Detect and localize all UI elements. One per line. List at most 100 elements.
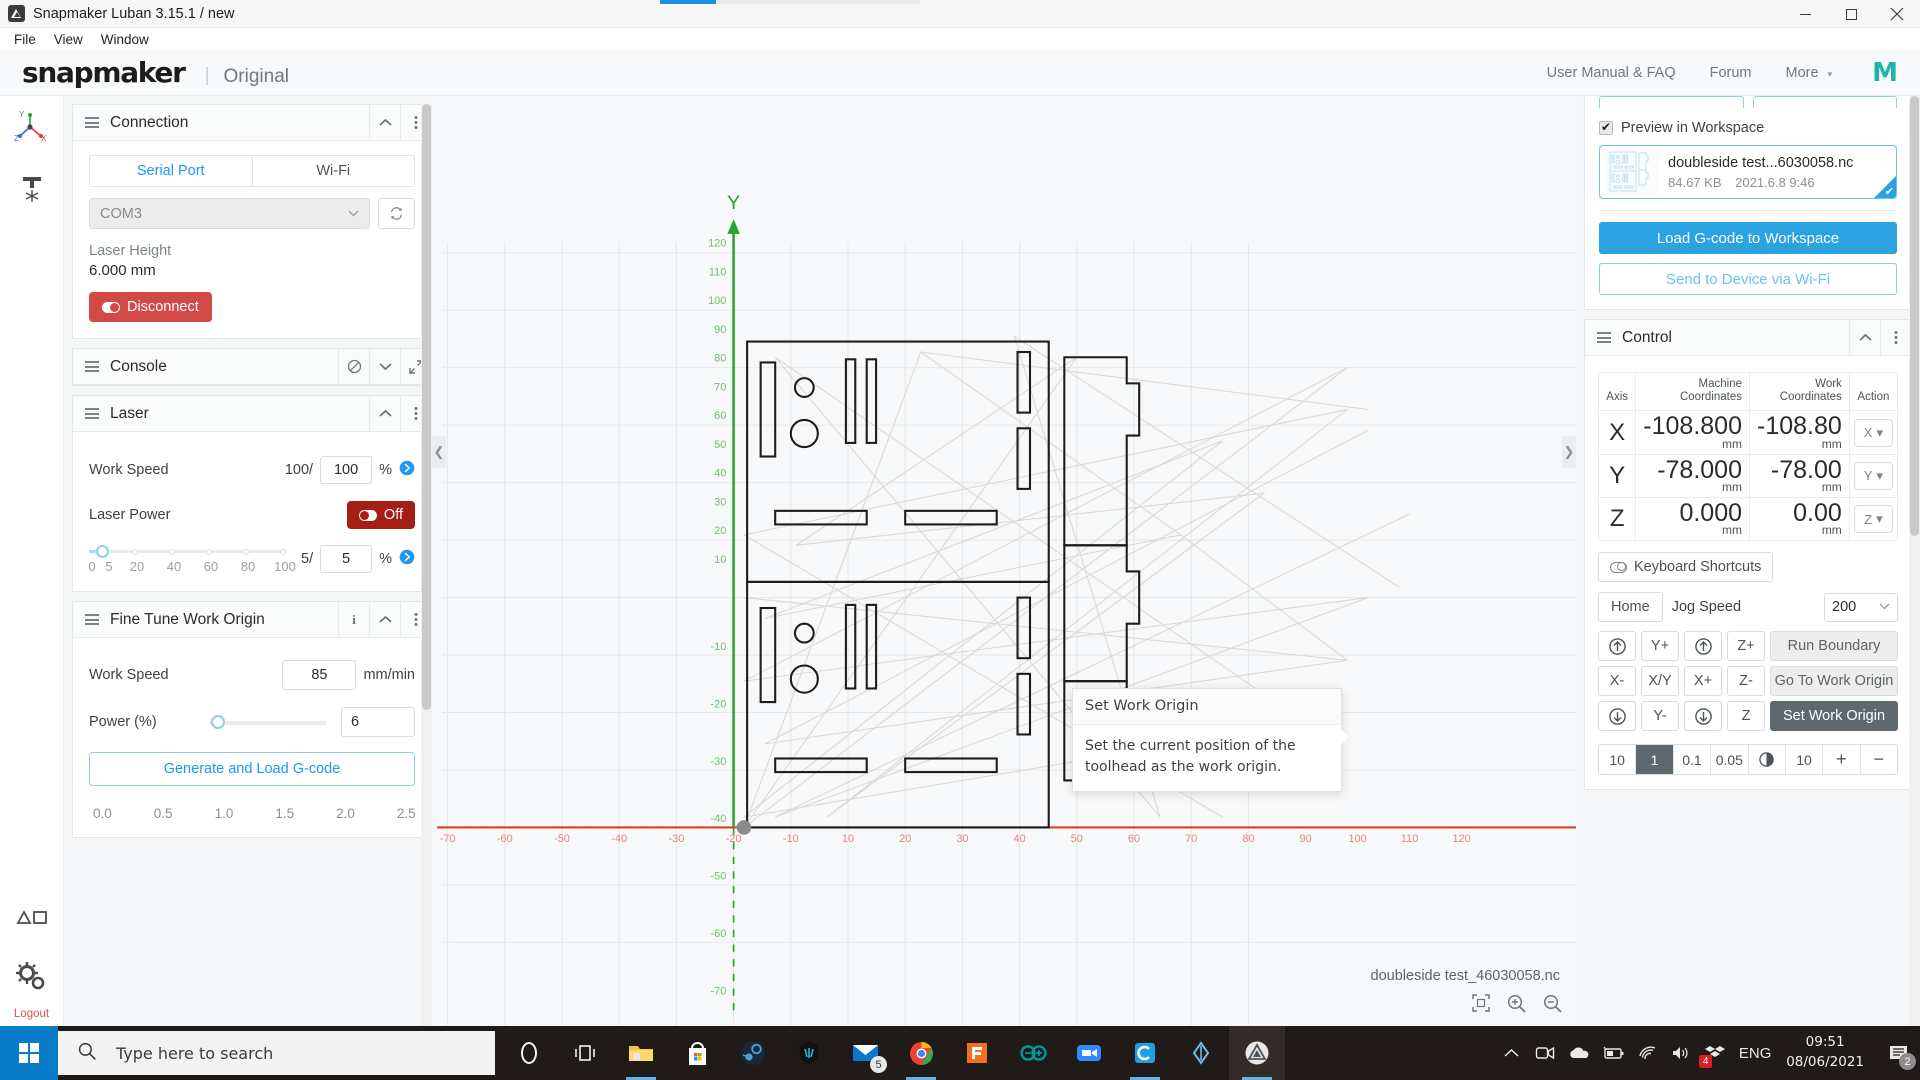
step-0-1[interactable]: 0.1: [1673, 745, 1712, 775]
step-1[interactable]: 1: [1636, 745, 1674, 775]
webcam-icon[interactable]: [1528, 1026, 1562, 1080]
pager-right-button[interactable]: ❯: [1562, 436, 1576, 468]
mail-icon[interactable]: 5: [837, 1026, 893, 1080]
load-gcode-to-workspace-button[interactable]: Load G-code to Workspace: [1599, 222, 1897, 254]
gcode-preview-canvas[interactable]: Y X 120110100 908070 605040 302010 -10-2…: [432, 96, 1576, 1026]
pager-left-button[interactable]: ❮: [432, 436, 446, 468]
home-button[interactable]: Home: [1598, 592, 1663, 623]
energy-icon[interactable]: [1173, 1026, 1229, 1080]
step-0-05[interactable]: 0.05: [1711, 745, 1749, 775]
axis-y-dropdown[interactable]: Y ▾: [1853, 461, 1893, 490]
rail-item-settings[interactable]: [0, 946, 63, 1008]
preview-in-workspace-row[interactable]: Preview in Workspace: [1599, 120, 1897, 136]
c-app-icon[interactable]: [1117, 1026, 1173, 1080]
onedrive-icon[interactable]: [1562, 1026, 1596, 1080]
jog-z-down-icon-button[interactable]: [1684, 701, 1722, 732]
axis-x-dropdown[interactable]: X ▾: [1853, 418, 1893, 447]
jog-y-down-icon-button[interactable]: [1598, 701, 1636, 732]
rail-item-shapes[interactable]: [0, 884, 63, 946]
jog-xy-home-button[interactable]: X/Y: [1641, 666, 1679, 697]
output-tab-a[interactable]: [1599, 96, 1744, 108]
step-10[interactable]: 10: [1599, 745, 1637, 775]
jog-z-plus-button[interactable]: Z+: [1727, 631, 1765, 662]
language-indicator[interactable]: ENG: [1732, 1026, 1778, 1080]
ft-power-slider[interactable]: [209, 714, 327, 730]
info-icon[interactable]: i: [338, 602, 369, 637]
fit-to-screen-icon[interactable]: [1472, 994, 1490, 1018]
left-panel-scrollbar[interactable]: [421, 104, 432, 1026]
laser-power-slider[interactable]: [89, 543, 286, 559]
apply-work-speed-button[interactable]: [399, 460, 415, 481]
jog-x-plus-button[interactable]: X+: [1684, 666, 1722, 697]
drag-handle-icon[interactable]: [85, 117, 99, 128]
menu-item-view[interactable]: View: [46, 30, 91, 49]
zoom-in-icon[interactable]: [1507, 994, 1526, 1018]
wifi-icon[interactable]: [1630, 1026, 1664, 1080]
jog-speed-select[interactable]: 200: [1824, 592, 1898, 622]
output-tab-b[interactable]: [1752, 96, 1897, 108]
minimize-button[interactable]: [1782, 0, 1828, 28]
dropbox-icon[interactable]: 4: [1698, 1026, 1732, 1080]
action-center-icon[interactable]: 2: [1878, 1026, 1918, 1080]
step-custom-value[interactable]: 10: [1785, 745, 1824, 775]
step-decrease-button[interactable]: −: [1860, 745, 1897, 775]
maximize-button[interactable]: [1828, 0, 1874, 28]
file-explorer-icon[interactable]: [613, 1026, 669, 1080]
generate-load-gcode-button[interactable]: Generate and Load G-code: [89, 752, 415, 786]
chevron-up-icon[interactable]: [1494, 1026, 1528, 1080]
right-panel-scrollbar[interactable]: [1909, 96, 1920, 1026]
jog-x-minus-button[interactable]: X-: [1598, 666, 1636, 697]
task-view-icon[interactable]: [557, 1026, 613, 1080]
cortana-icon[interactable]: [501, 1026, 557, 1080]
run-boundary-button[interactable]: Run Boundary: [1770, 631, 1898, 662]
jog-z-up-icon-button[interactable]: [1684, 631, 1722, 662]
no-entry-icon[interactable]: [338, 349, 369, 384]
menu-item-window[interactable]: Window: [93, 30, 157, 49]
search-input[interactable]: Type here to search: [58, 1031, 495, 1075]
jog-y-up-icon-button[interactable]: [1598, 631, 1636, 662]
disconnect-button[interactable]: Disconnect: [89, 292, 212, 322]
avatar[interactable]: M: [1872, 60, 1898, 86]
tab-serial-port[interactable]: Serial Port: [90, 156, 252, 186]
jog-y-plus-button[interactable]: Y+: [1641, 631, 1679, 662]
axis-z-dropdown[interactable]: Z ▾: [1854, 505, 1893, 534]
jog-z-home-button[interactable]: Z: [1727, 701, 1765, 732]
collapse-icon[interactable]: [1849, 320, 1880, 355]
go-to-work-origin-button[interactable]: Go To Work Origin: [1770, 666, 1898, 697]
serial-port-select[interactable]: COM3: [89, 198, 370, 229]
laser-power-input[interactable]: 5: [320, 545, 373, 573]
link-user-manual[interactable]: User Manual & FAQ: [1547, 65, 1676, 81]
collapse-icon[interactable]: [369, 105, 400, 140]
zoom-out-icon[interactable]: [1543, 994, 1562, 1018]
rail-item-laser-head[interactable]: [0, 158, 63, 220]
jog-y-minus-button[interactable]: Y-: [1641, 701, 1679, 732]
work-speed-input[interactable]: 100: [320, 456, 373, 484]
laser-power-toggle[interactable]: Off: [346, 501, 415, 529]
gcode-file-card[interactable]: doubleside test...6030058.nc 84.67 KB 20…: [1599, 145, 1897, 199]
volume-icon[interactable]: [1664, 1026, 1698, 1080]
refresh-ports-button[interactable]: [378, 198, 415, 229]
menu-item-file[interactable]: File: [6, 30, 44, 49]
collapse-icon[interactable]: [369, 602, 400, 637]
predator-sense-icon[interactable]: [781, 1026, 837, 1080]
set-work-origin-button[interactable]: Set Work Origin: [1770, 701, 1898, 732]
ft-power-input[interactable]: 6: [341, 707, 415, 737]
clock[interactable]: 09:51 08/06/2021: [1778, 1033, 1878, 1072]
drag-handle-icon[interactable]: [85, 614, 99, 625]
keyboard-shortcuts-toggle[interactable]: Keyboard Shortcuts: [1598, 552, 1774, 583]
battery-icon[interactable]: [1596, 1026, 1630, 1080]
drag-handle-icon[interactable]: [85, 408, 99, 419]
ft-work-speed-input[interactable]: 85: [282, 660, 357, 690]
microsoft-store-icon[interactable]: [669, 1026, 725, 1080]
apply-laser-power-button[interactable]: [399, 549, 415, 570]
logout-label[interactable]: Logout: [0, 1008, 63, 1020]
preview-checkbox[interactable]: [1599, 120, 1613, 135]
jog-z-minus-button[interactable]: Z-: [1727, 666, 1765, 697]
steam-icon[interactable]: [725, 1026, 781, 1080]
close-button[interactable]: [1874, 0, 1920, 28]
chrome-icon[interactable]: [893, 1026, 949, 1080]
arduino-icon[interactable]: [1005, 1026, 1061, 1080]
half-circle-icon[interactable]: [1748, 745, 1786, 775]
send-to-device-wifi-button[interactable]: Send to Device via Wi-Fi: [1599, 263, 1897, 295]
rail-item-axes[interactable]: Y Z X: [0, 96, 63, 158]
